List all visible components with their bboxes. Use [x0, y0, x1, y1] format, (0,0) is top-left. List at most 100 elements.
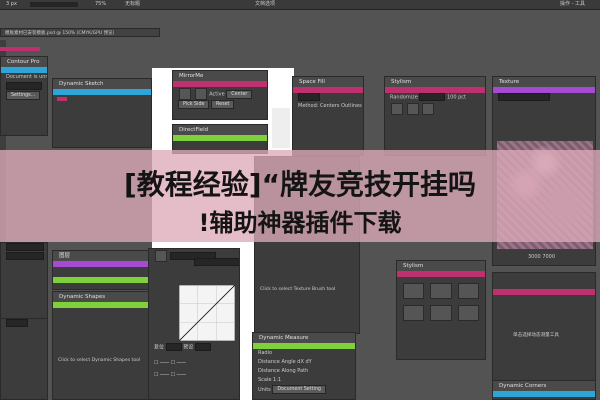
dynamic-measure-options: Distance Angle dX dY: [253, 358, 355, 367]
dynamic-corners-title: Dynamic Corners: [493, 381, 595, 391]
texture-size-label: 3000 7000: [528, 254, 556, 260]
texture-panel-title: Texture: [493, 77, 595, 87]
texture-panel-row: [493, 93, 595, 102]
stylism-button-grid: [397, 277, 485, 327]
reset-button[interactable]: Reset: [211, 100, 235, 109]
stylism-icon-row: [385, 102, 485, 115]
curves-footer: 复位 预设: [149, 343, 211, 352]
curves-label-a: 复位: [154, 344, 165, 351]
document-tab-title: 模板素材已安装模板.psd @ 150% (CMYK/GPU 预览): [5, 31, 115, 36]
active-checkbox[interactable]: Active: [209, 92, 224, 98]
style-button[interactable]: [430, 305, 452, 321]
document-name: 无标题: [125, 1, 141, 7]
mirror-axis-icon[interactable]: [179, 88, 191, 100]
dynamic-corners-panel: Dynamic Corners: [492, 380, 596, 400]
dynamic-sketch-accent: [57, 97, 67, 101]
stylism-top-panel: Stylism Randomize 100 pct: [384, 76, 486, 156]
layers-panel: 图层: [52, 250, 152, 290]
layers-title: 图层: [53, 251, 151, 261]
curves-channel-field[interactable]: [194, 258, 239, 266]
angle-checkbox[interactable]: Angle: [281, 359, 295, 365]
right-bottom-hint[interactable]: 单击选择动态测量工具: [493, 331, 595, 340]
banner-title-line-2: !辅助神器插件下载: [198, 209, 402, 237]
scale-value[interactable]: 1:1: [273, 377, 281, 383]
curves-graph[interactable]: [179, 285, 235, 341]
space-fill-row-1: [293, 93, 363, 102]
style-swatch-icon-3[interactable]: [422, 103, 435, 115]
curves-toolbar: [149, 249, 239, 262]
contour-pro-panel: Contour Pro Document is unmodified Setti…: [0, 56, 48, 136]
style-button[interactable]: [403, 305, 425, 321]
contour-pro-title: Contour Pro: [1, 57, 47, 67]
mirror-me-row-2: Pick Side Reset: [173, 100, 267, 109]
mirror-me-title: MirrorMe: [173, 71, 267, 81]
texture-brush-hint[interactable]: Click to select Texture Brush tool: [255, 285, 359, 294]
mirror-me-row-1: Active Center: [173, 87, 267, 100]
space-fill-method-row: Method: Centers Outlines: [293, 102, 363, 111]
stylism-bottom-panel: Stylism: [396, 260, 486, 360]
space-fill-title: Space Fill: [293, 77, 363, 87]
distance-along-path-option[interactable]: Distance Along Path: [253, 367, 355, 376]
outlines-radio[interactable]: Outlines: [341, 103, 362, 109]
pick-side-button[interactable]: Pick Side: [178, 100, 210, 109]
document-options-button[interactable]: 文档选项: [255, 0, 275, 9]
dynamic-shapes-hint[interactable]: Click to select Dynamic Shapes tool: [53, 356, 151, 365]
style-button[interactable]: [457, 283, 479, 299]
curves-option-1[interactable]: ☐ ─── ☐ ───: [149, 359, 186, 368]
randomize-row: Randomize 100 pct: [385, 93, 485, 102]
curves-input-a[interactable]: [165, 343, 182, 351]
dynamic-shapes-panel: Dynamic Shapes Click to select Dynamic S…: [52, 291, 152, 400]
dynamic-measure-title: Dynamic Measure: [253, 333, 355, 343]
stylism-top-title: Stylism: [385, 77, 485, 87]
style-swatch-icon-2[interactable]: [406, 103, 419, 115]
left-lower-field[interactable]: [6, 243, 44, 251]
stroke-size-field[interactable]: 3 px: [6, 0, 17, 9]
space-fill-field[interactable]: [298, 93, 320, 101]
contour-pro-status: Document is unmodified: [6, 74, 47, 80]
dynamic-sketch-panel: Dynamic Sketch: [52, 78, 152, 148]
opacity-field[interactable]: 75%: [95, 0, 106, 9]
left-bottom-field[interactable]: [6, 319, 28, 327]
style-button[interactable]: [457, 305, 479, 321]
mirror-me-panel: MirrorMe Active Center Pick Side Reset: [172, 70, 268, 120]
dx-checkbox[interactable]: dX: [297, 359, 304, 365]
layers-color-strip: [53, 261, 151, 267]
stylism-bottom-title: Stylism: [397, 261, 485, 271]
direct-field-title: DirectField: [173, 125, 267, 135]
left-bottom-panel: [0, 318, 48, 400]
curves-option-2[interactable]: ☐ ─── ☐ ───: [149, 371, 186, 380]
centers-radio[interactable]: Centers: [320, 103, 339, 109]
workspace-label: 操作 - 工具: [560, 1, 585, 7]
contour-pro-settings-row: Settings...: [1, 91, 47, 100]
randomize-value[interactable]: 100: [447, 95, 457, 101]
style-button[interactable]: [403, 283, 425, 299]
curves-input-b[interactable]: [194, 343, 211, 351]
document-tab[interactable]: 模板素材已安装模板.psd @ 150% (CMYK/GPU 预览): [0, 28, 160, 37]
layers-icon[interactable]: [194, 88, 207, 100]
scale-row: Scale 1:1: [253, 376, 355, 385]
dynamic-measure-radio-label: Radio: [258, 350, 273, 356]
units-dropdown[interactable]: Document Setting: [272, 385, 326, 394]
menu-bar: [0, 0, 600, 10]
curves-panel: 复位 预设 ☐ ─── ☐ ─── ☐ ─── ☐ ───: [148, 248, 240, 400]
texture-field[interactable]: [498, 93, 550, 101]
direct-field-color-strip: [173, 135, 267, 141]
left-bottom-row: [1, 319, 47, 328]
dynamic-shapes-title: Dynamic Shapes: [53, 292, 151, 302]
settings-button[interactable]: Settings...: [6, 91, 41, 100]
units-row: Units Document Setting: [253, 385, 355, 394]
randomize-label: Randomize: [390, 94, 418, 101]
style-swatch-icon[interactable]: [391, 103, 403, 115]
left-lower-field-2[interactable]: [6, 252, 44, 260]
center-button[interactable]: Center: [226, 89, 253, 99]
left-lower-field-row: [1, 243, 47, 252]
curves-label-b: 预设: [183, 344, 194, 351]
distance-checkbox[interactable]: Distance: [258, 359, 280, 365]
contour-pro-field[interactable]: [6, 82, 42, 90]
randomize-field[interactable]: [419, 93, 446, 101]
stroke-style-dropdown[interactable]: [30, 2, 78, 7]
dy-checkbox[interactable]: dY: [306, 359, 312, 365]
style-button[interactable]: [430, 283, 452, 299]
randomize-unit: pct: [458, 94, 467, 101]
right-bottom-panel: 单击选择动态测量工具: [492, 272, 596, 382]
